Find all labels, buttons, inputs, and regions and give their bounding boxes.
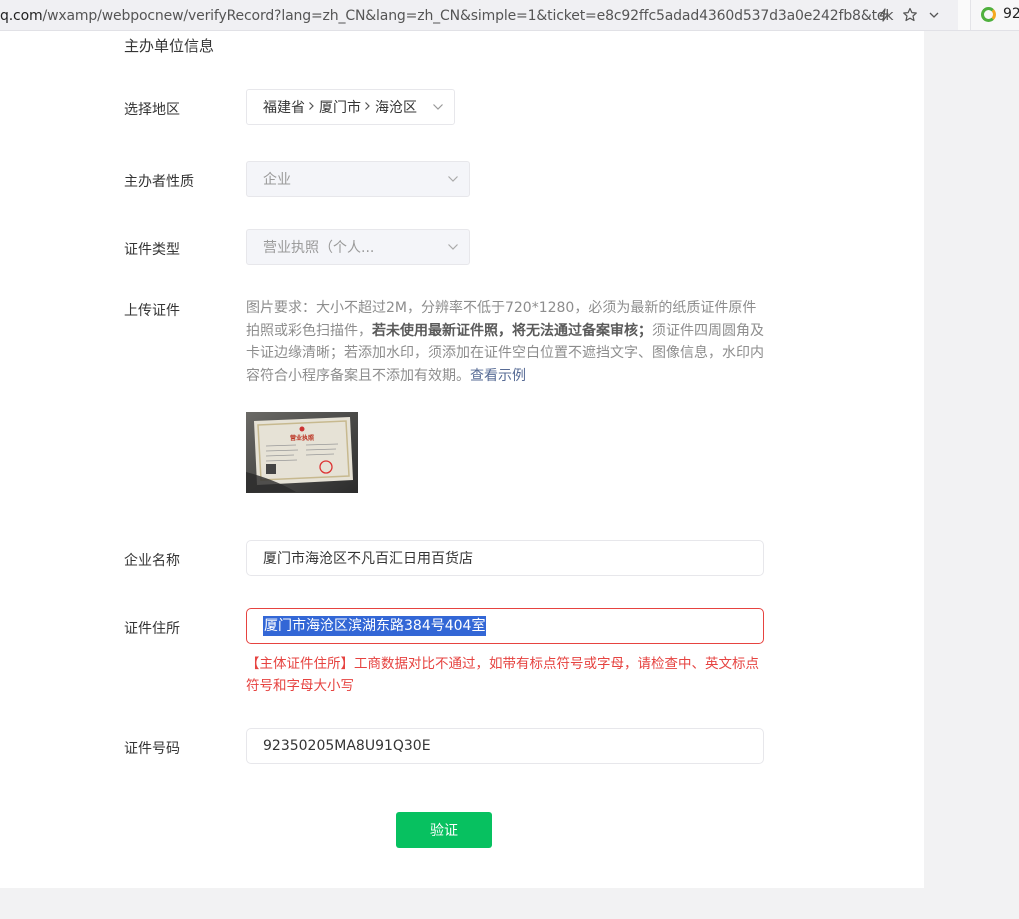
section-title: 主办单位信息 <box>124 37 215 55</box>
certificate-number-label: 证件号码 <box>124 741 180 757</box>
uploaded-certificate-thumbnail[interactable]: 营业执照 <box>246 412 358 493</box>
chevron-right-icon <box>364 99 371 115</box>
address-url[interactable]: q.com/wxamp/webpocnew/verifyRecord?lang=… <box>0 7 893 25</box>
toolbar-divider <box>958 0 970 30</box>
extension-button[interactable]: 92 <box>970 0 1019 30</box>
chevron-down-icon <box>447 173 459 185</box>
region-province: 福建省 <box>263 100 305 116</box>
company-name-label: 企业名称 <box>124 553 180 569</box>
url-path: /wxamp/webpocnew/verifyRecord?lang=zh_CN… <box>42 8 894 24</box>
region-city: 厦门市 <box>319 100 361 116</box>
certificate-address-label: 证件住所 <box>124 621 180 637</box>
company-name-input[interactable]: 厦门市海沧区不凡百汇日用百货店 <box>246 540 764 576</box>
certificate-type-label: 证件类型 <box>124 242 180 258</box>
thumbnail-title: 营业执照 <box>290 434 314 442</box>
certificate-number-value: 92350205MA8U91Q30E <box>263 738 431 754</box>
view-example-link[interactable]: 查看示例 <box>470 368 526 384</box>
chevron-down-icon[interactable] <box>924 5 944 25</box>
upload-requirements: 图片要求：大小不超过2M，分辨率不低于720*1280，必须为最新的纸质证件原件… <box>246 297 766 387</box>
certificate-type-select[interactable]: 营业执照（个人... <box>246 229 470 265</box>
certificate-number-input[interactable]: 92350205MA8U91Q30E <box>246 728 764 764</box>
extension-ring-icon <box>981 7 996 22</box>
star-icon[interactable] <box>900 5 920 25</box>
chevron-down-icon <box>432 101 444 113</box>
chevron-right-icon <box>308 99 315 115</box>
extension-badge-text: 92 <box>1003 6 1019 22</box>
region-district: 海沧区 <box>375 100 417 116</box>
certificate-type-value: 营业执照（个人... <box>263 240 375 256</box>
upload-desc-warning: 若未使用最新证件照，将无法通过备案审核； <box>372 322 652 339</box>
browser-address-bar: q.com/wxamp/webpocnew/verifyRecord?lang=… <box>0 0 1019 31</box>
certificate-address-input[interactable]: 厦门市海沧区滨湖东路384号404室 <box>246 608 764 644</box>
url-domain: q.com <box>0 8 43 24</box>
upload-label: 上传证件 <box>124 303 180 319</box>
sponsor-type-value: 企业 <box>263 172 291 188</box>
certificate-photo: 营业执照 <box>246 412 358 493</box>
certificate-address-value: 厦门市海沧区滨湖东路384号404室 <box>263 616 487 636</box>
region-label: 选择地区 <box>124 102 180 118</box>
lightning-icon[interactable] <box>874 5 894 25</box>
region-select[interactable]: 福建省 厦门市 海沧区 <box>246 89 455 125</box>
sponsor-type-label: 主办者性质 <box>124 174 194 190</box>
form-panel: 主办单位信息 选择地区 福建省 厦门市 海沧区 主办者性质 企业 证件类型 营业… <box>0 31 924 888</box>
company-name-value: 厦门市海沧区不凡百汇日用百货店 <box>263 551 473 567</box>
sponsor-type-select[interactable]: 企业 <box>246 161 470 197</box>
certificate-address-error: 【主体证件住所】工商数据对比不通过，如带有标点符号或字母，请检查中、英文标点符号… <box>246 656 759 694</box>
verify-button[interactable]: 验证 <box>396 812 492 848</box>
chevron-down-icon <box>447 241 459 253</box>
